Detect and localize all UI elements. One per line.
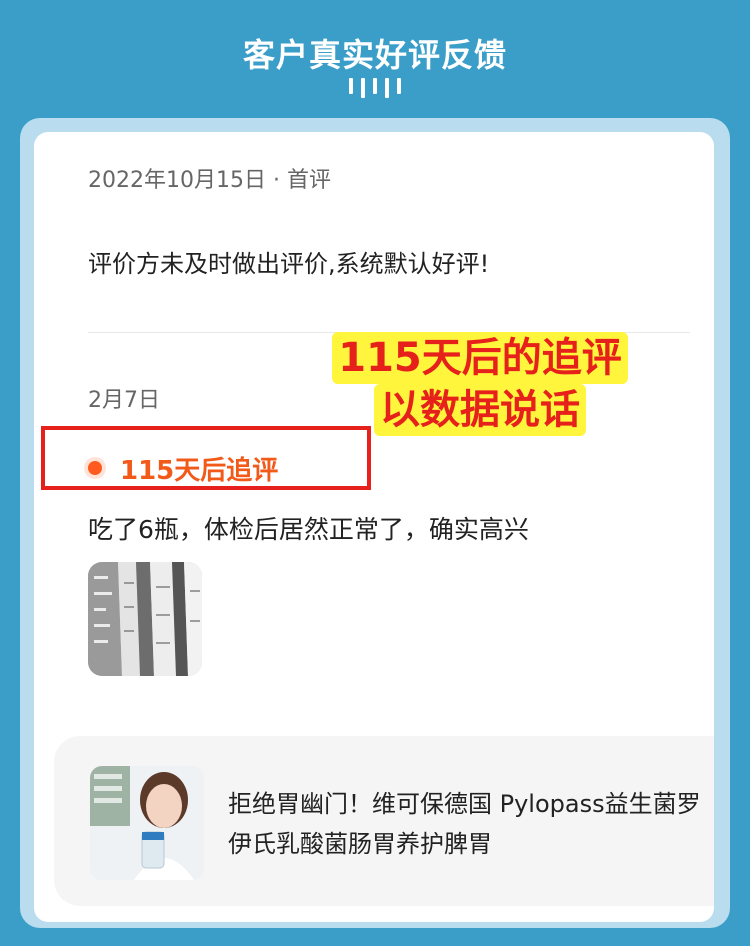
review-date: 2022年10月15日 · 首评 — [88, 168, 331, 193]
followup-text: 吃了6瓶，体检后居然正常了，确实高兴 — [88, 515, 529, 544]
product-image — [90, 766, 204, 880]
review-card: 2022年10月15日 · 首评 评价方未及时做出评价,系统默认好评! 2月7日… — [34, 132, 714, 922]
review-text: 评价方未及时做出评价,系统默认好评! — [88, 250, 490, 278]
product-card[interactable]: 拒绝胃幽门！维可保德国 Pylopass益生菌罗伊氏乳酸菌肠胃养护脾胃 — [54, 736, 714, 906]
review-photo[interactable] — [88, 562, 202, 676]
annotation-callout: 115天后的追评 以数据说话 — [322, 332, 638, 436]
title-decoration — [347, 78, 403, 98]
followup-date: 2月7日 — [88, 388, 160, 413]
page-title: 客户真实好评反馈 — [242, 36, 507, 74]
product-title[interactable]: 拒绝胃幽门！维可保德国 Pylopass益生菌罗伊氏乳酸菌肠胃养护脾胃 — [228, 784, 708, 864]
annotation-line-2: 以数据说话 — [374, 384, 586, 436]
product-thumbnail-icon — [90, 766, 204, 880]
annotation-line-1: 115天后的追评 — [332, 332, 628, 384]
report-photo-icon — [88, 562, 202, 676]
